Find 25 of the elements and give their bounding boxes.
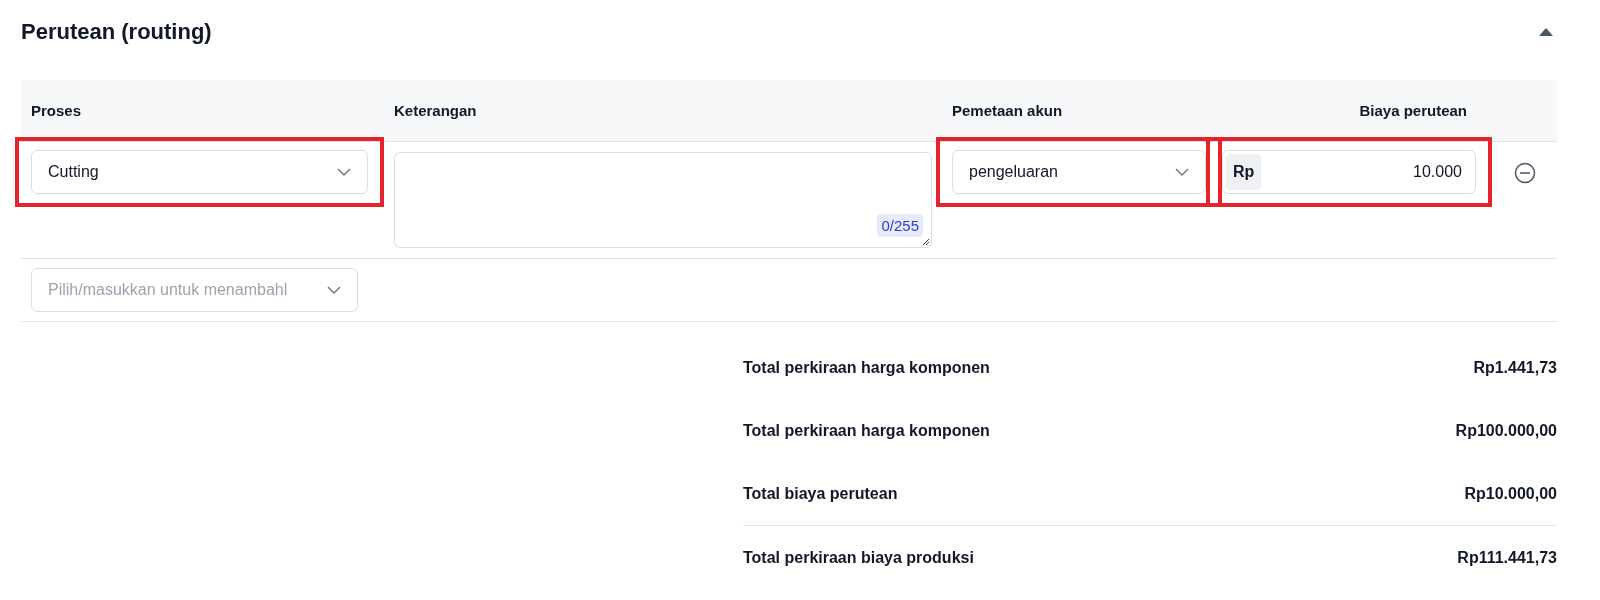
chevron-down-icon [327, 286, 341, 294]
total-value: Rp1.441,73 [1473, 358, 1557, 377]
chevron-down-icon [337, 168, 351, 176]
total-label: Total biaya perutean [743, 484, 898, 503]
total-label: Total perkiraan harga komponen [743, 358, 990, 377]
column-header: Pemetaan akun [951, 102, 1064, 119]
collapse-icon[interactable] [1539, 28, 1553, 36]
note-textarea[interactable]: 0/255 [394, 152, 932, 248]
total-value: Rp100.000,00 [1455, 421, 1557, 440]
column-header: Keterangan [393, 102, 478, 119]
process-select[interactable]: Cutting [31, 150, 368, 194]
total-value: Rp10.000,00 [1464, 484, 1557, 503]
cost-input[interactable]: Rp 10.000 [1222, 150, 1476, 194]
grand-total-label: Total perkiraan biaya produksi [743, 548, 974, 567]
total-label: Total perkiraan harga komponen [743, 421, 990, 440]
section-title: Perutean (routing) [21, 19, 212, 45]
currency-prefix: Rp [1226, 154, 1262, 190]
character-counter: 0/255 [877, 214, 923, 237]
chevron-down-icon [1175, 168, 1189, 176]
remove-icon[interactable] [1513, 162, 1536, 184]
resize-handle-icon[interactable] [922, 238, 930, 246]
account-select[interactable]: pengeluaran [952, 150, 1206, 194]
column-header: Proses [30, 102, 83, 119]
column-header: Biaya perutean [1358, 102, 1468, 119]
grand-total-value: Rp111.441,73 [1457, 548, 1557, 567]
